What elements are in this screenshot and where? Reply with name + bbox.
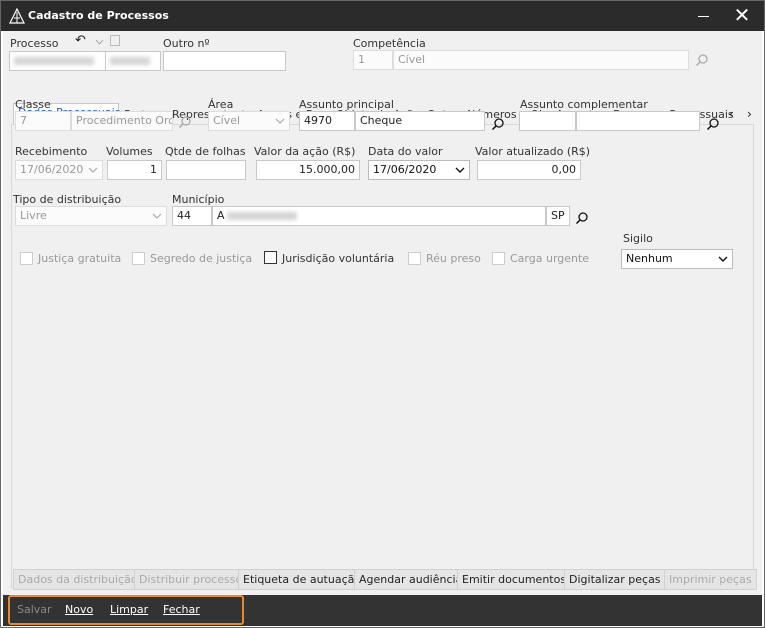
municipio-label: Município [172,193,225,206]
close-button[interactable]: ✕ [723,1,761,31]
minimize-button[interactable] [685,1,721,31]
assunto-principal-label: Assunto principal [299,98,394,111]
jurisdicao-voluntaria-label: Jurisdição voluntária [282,252,395,265]
tab-next-button[interactable]: › [747,107,752,121]
title-bar: Cadastro de Processos ✕ [1,1,764,31]
data-valor-date-picker[interactable]: 17/06/2020 [368,160,470,180]
volumes-field[interactable]: 1 [107,160,162,180]
assunto-principal-value-field[interactable]: Cheque [355,111,485,131]
justica-gratuita-label: Justiça gratuita [38,252,122,265]
chevron-down-icon [88,167,98,173]
competencia-value-field: Cível [393,50,689,70]
agendar-audiencia-button[interactable]: Agendar audiência [354,569,468,590]
distribuir-processo-button[interactable]: Distribuir processo [134,569,248,590]
municipio-uf-field: SP [546,206,570,226]
search-icon[interactable] [695,53,709,67]
salvar-button[interactable]: Salvar [17,603,52,616]
chevron-down-icon[interactable] [95,39,104,45]
justica-gratuita-checkbox[interactable] [20,252,33,265]
info-icon[interactable] [110,35,120,46]
chevron-down-icon [275,118,285,124]
recebimento-value: 17/06/2020 [20,163,84,176]
jurisdicao-voluntaria-checkbox[interactable] [264,251,277,264]
window-title: Cadastro de Processos [28,9,169,22]
competencia-label: Competência [353,37,426,50]
dados-distribuicao-button[interactable]: Dados da distribuição [13,569,143,590]
imprimir-pecas-button[interactable]: Imprimir peças [664,569,757,590]
client-area: Processo ↶ Outro nº Competência 1 Cível … [3,31,762,595]
recebimento-label: Recebimento [15,145,88,158]
classe-search-icon[interactable] [178,115,192,129]
competencia-code-field: 1 [353,50,393,70]
valor-acao-field[interactable]: 15.000,00 [256,160,360,180]
reu-preso-checkbox[interactable] [408,252,421,265]
chevron-down-icon [152,213,162,219]
outro-numero-field[interactable] [163,51,286,71]
qtde-folhas-label: Qtde de folhas [165,145,246,158]
outro-label: Outro nº [163,37,210,50]
tab-prev-button[interactable]: ‹ [729,107,734,121]
valor-atualizado-field[interactable]: 0,00 [477,160,581,180]
classe-code-field: 7 [15,111,71,131]
valor-atualizado-label: Valor atualizado (R$) [475,145,591,158]
municipio-name-field[interactable]: A [212,206,546,226]
chevron-down-icon [455,167,465,173]
dados-processuais-panel [11,124,754,588]
assunto-principal-code-field[interactable]: 4970 [299,111,355,131]
data-valor-value: 17/06/2020 [373,163,437,176]
processo-label: Processo [10,37,59,50]
segredo-justica-checkbox[interactable] [132,252,145,265]
digitalizar-pecas-button[interactable]: Digitalizar peças [564,569,666,590]
etiqueta-autuacao-button[interactable]: Etiqueta de autuação [238,569,367,590]
carga-urgente-label: Carga urgente [510,252,590,265]
valor-acao-label: Valor da ação (R$) [254,145,356,158]
emitir-documentos-button[interactable]: Emitir documentos [457,569,572,590]
app-logo-icon [9,8,25,24]
sigilo-value: Nenhum [626,252,673,265]
footer-bar: Salvar Novo Limpar Fechar [3,595,762,626]
segredo-justica-label: Segredo de justiça [150,252,253,265]
assunto-complementar-code-field[interactable] [519,111,576,131]
recebimento-date-picker: 17/06/2020 [15,160,103,180]
undo-icon[interactable]: ↶ [75,33,86,48]
carga-urgente-checkbox[interactable] [492,252,505,265]
cadastro-window: Cadastro de Processos ✕ Processo ↶ Outro… [0,0,765,628]
municipio-value: A [217,209,225,222]
novo-button[interactable]: Novo [65,603,93,616]
volumes-label: Volumes [106,145,153,158]
classe-label: Classe [15,98,51,111]
area-label: Área [208,98,234,111]
data-valor-label: Data do valor [368,145,443,158]
municipio-code-field[interactable]: 44 [172,206,212,226]
tipo-distribuicao-value: Livre [20,209,47,222]
assunto-complementar-label: Assunto complementar [520,98,648,111]
reu-preso-label: Réu preso [426,252,481,265]
assunto-principal-search-icon[interactable] [491,117,505,131]
processo-number-field[interactable] [9,51,107,71]
tipo-distribuicao-label: Tipo de distribuição [13,193,122,206]
fechar-button[interactable]: Fechar [163,603,200,616]
assunto-complementar-search-icon[interactable] [706,117,720,131]
municipio-search-icon[interactable] [575,211,589,225]
tipo-distribuicao-select: Livre [15,206,167,226]
area-value: Cível [213,114,241,127]
classe-value-field: Procedimento Ordi [71,111,173,131]
processo-suffix-field[interactable] [105,51,161,71]
sigilo-label: Sigilo [623,232,653,245]
qtde-folhas-field[interactable] [166,160,246,180]
chevron-down-icon [718,256,728,262]
limpar-button[interactable]: Limpar [110,603,148,616]
sigilo-select[interactable]: Nenhum [621,249,733,269]
assunto-complementar-value-field[interactable] [576,111,700,131]
area-select: Cível [208,111,290,131]
